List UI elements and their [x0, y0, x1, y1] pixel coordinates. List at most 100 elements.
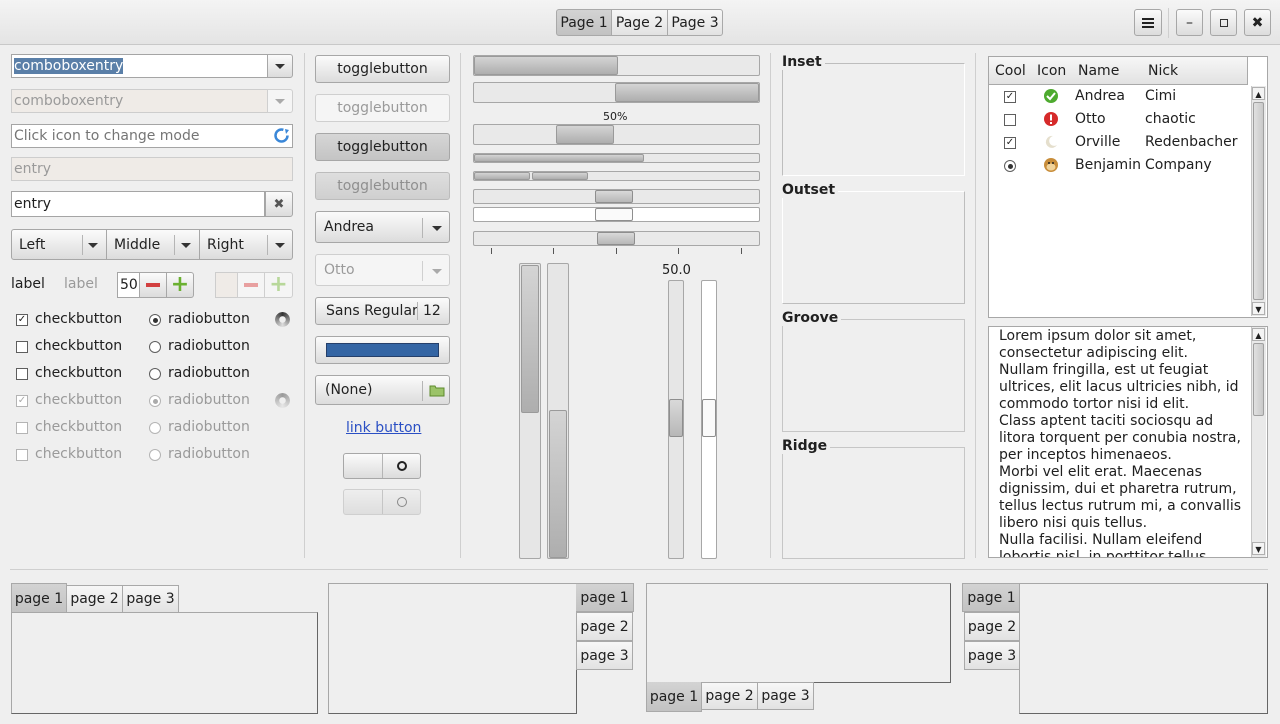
entry[interactable]: entry	[11, 191, 265, 217]
column-header-nick[interactable]: Nick	[1142, 57, 1248, 85]
combo-right[interactable]: Right	[199, 229, 293, 260]
tree-cool-radio[interactable]	[1004, 160, 1016, 172]
spin-increment-button[interactable]: +	[166, 272, 194, 298]
radio-6-disabled	[149, 449, 161, 461]
label-disabled: label	[64, 276, 98, 292]
notebook2-tab-page-2[interactable]: page 2	[576, 612, 633, 641]
scroll-down-icon[interactable]: ▼	[1252, 302, 1265, 315]
tab-label: page 2	[705, 688, 754, 704]
toggle-button-3-active[interactable]: togglebutton	[315, 133, 450, 161]
plus-icon: +	[170, 272, 190, 297]
tab-label: page 3	[761, 688, 810, 704]
entry-text: entry	[14, 161, 52, 177]
scroll-up-icon[interactable]: ▲	[1252, 328, 1265, 341]
divider	[382, 490, 383, 514]
minimize-button[interactable]: –	[1176, 9, 1203, 36]
font-size: 12	[423, 303, 441, 319]
vscale-2[interactable]	[701, 280, 717, 559]
switch-off-icon	[397, 461, 407, 471]
hscale-3[interactable]	[473, 231, 760, 246]
scale-slider[interactable]	[669, 399, 683, 437]
clear-entry-button[interactable]: ✖	[265, 191, 293, 217]
notebook4-tab-page-1[interactable]: page 1	[962, 583, 1020, 612]
switch-1[interactable]	[343, 453, 421, 479]
spin-decrement-button[interactable]	[139, 272, 167, 298]
checkbox-2[interactable]	[16, 341, 28, 353]
notebook2-tab-page-3[interactable]: page 3	[576, 641, 633, 670]
notebook1-tab-page-1[interactable]: page 1	[11, 583, 67, 613]
combo-otto-disabled: Otto	[315, 254, 450, 286]
tab-page-2[interactable]: Page 2	[611, 9, 668, 36]
scroll-down-icon[interactable]: ▼	[1252, 542, 1265, 555]
tree-cool-check[interactable]: ✓	[1004, 91, 1016, 103]
combobox-dropdown-button-disabled	[267, 89, 293, 113]
menu-button[interactable]	[1134, 9, 1162, 36]
scale-slider[interactable]	[595, 190, 633, 203]
refresh-icon[interactable]	[273, 127, 290, 144]
notebook4-tab-page-3[interactable]: page 3	[964, 641, 1020, 670]
radio-3[interactable]	[149, 368, 161, 380]
tree-cool-check[interactable]	[1004, 114, 1016, 126]
tree-cell-nick: Company	[1145, 157, 1212, 173]
progress-bar-thin-2	[473, 171, 760, 181]
link-button[interactable]: link button	[346, 420, 421, 436]
scrollbar-thumb[interactable]	[1253, 102, 1264, 300]
font-button[interactable]: Sans Regular 12	[315, 297, 450, 325]
scale-slider[interactable]	[597, 232, 635, 245]
color-button[interactable]	[315, 336, 450, 364]
checkbox-1[interactable]: ✓	[16, 314, 28, 326]
hscale-1[interactable]	[473, 189, 760, 204]
close-button[interactable]: ✖	[1244, 9, 1271, 36]
icon-entry[interactable]	[11, 124, 293, 148]
text-line: lobortis nisl, in porttitor tellus	[999, 549, 1207, 558]
scrollbar-thumb[interactable]	[1253, 343, 1264, 416]
spin-decrement-button-disabled	[237, 272, 265, 298]
combo-middle[interactable]: Middle	[106, 229, 200, 260]
divider	[417, 302, 418, 320]
notebook1-tab-page-3[interactable]: page 3	[122, 585, 179, 613]
column-header-icon[interactable]: Icon	[1031, 57, 1073, 85]
column-header-name[interactable]: Name	[1072, 57, 1143, 85]
notebook1-tab-page-2[interactable]: page 2	[66, 585, 123, 613]
combobox-dropdown-button[interactable]	[267, 54, 293, 78]
vscale-1[interactable]	[668, 280, 684, 559]
scroll-up-icon[interactable]: ▲	[1252, 87, 1265, 100]
spin-button-value[interactable]: 50	[117, 272, 140, 298]
notebook2-tab-page-1[interactable]: page 1	[576, 583, 634, 612]
combo-middle-label: Middle	[114, 236, 161, 253]
notebook3-tab-page-3[interactable]: page 3	[757, 682, 814, 710]
scale-slider[interactable]	[702, 399, 716, 437]
hscale-2[interactable]	[473, 207, 760, 222]
tab-page-1[interactable]: Page 1	[556, 9, 612, 36]
notebook4-tab-page-2[interactable]: page 2	[964, 612, 1020, 641]
tab-page-3[interactable]: Page 3	[667, 9, 723, 36]
combo-left[interactable]: Left	[11, 229, 107, 260]
divider	[422, 218, 423, 238]
combo-left-label: Left	[19, 236, 46, 253]
text-view[interactable]: Lorem ipsum dolor sit amet, consectetur a…	[988, 326, 1268, 558]
checkbox-3[interactable]	[16, 368, 28, 380]
tree-cell-name: Benjamin	[1075, 157, 1141, 173]
tab-label: page 2	[70, 591, 119, 607]
checkbox-label: checkbutton	[35, 419, 123, 435]
file-chooser-button[interactable]: (None)	[315, 375, 450, 405]
notebook3-tab-page-1[interactable]: page 1	[646, 682, 702, 712]
radio-2[interactable]	[149, 341, 161, 353]
progress-bar-2	[473, 82, 760, 103]
toggle-button-1[interactable]: togglebutton	[315, 55, 450, 83]
tab-label: page 2	[580, 618, 629, 635]
notebook3-page	[646, 583, 951, 683]
notebook3-tab-page-2[interactable]: page 2	[701, 682, 758, 710]
tree-cell-nick: chaotic	[1145, 111, 1196, 127]
tree-cool-check[interactable]: ✓	[1004, 137, 1016, 149]
hamburger-icon	[1142, 17, 1154, 28]
scale-slider[interactable]	[595, 208, 633, 221]
combobox-entry[interactable]: comboboxentry	[11, 54, 269, 78]
progress-fill	[521, 265, 539, 413]
label: label	[11, 276, 45, 292]
progress-fill	[549, 410, 567, 558]
column-header-cool[interactable]: Cool	[989, 57, 1032, 85]
combo-andrea[interactable]: Andrea	[315, 211, 450, 243]
radio-1[interactable]	[149, 314, 161, 326]
maximize-button[interactable]	[1210, 9, 1237, 36]
